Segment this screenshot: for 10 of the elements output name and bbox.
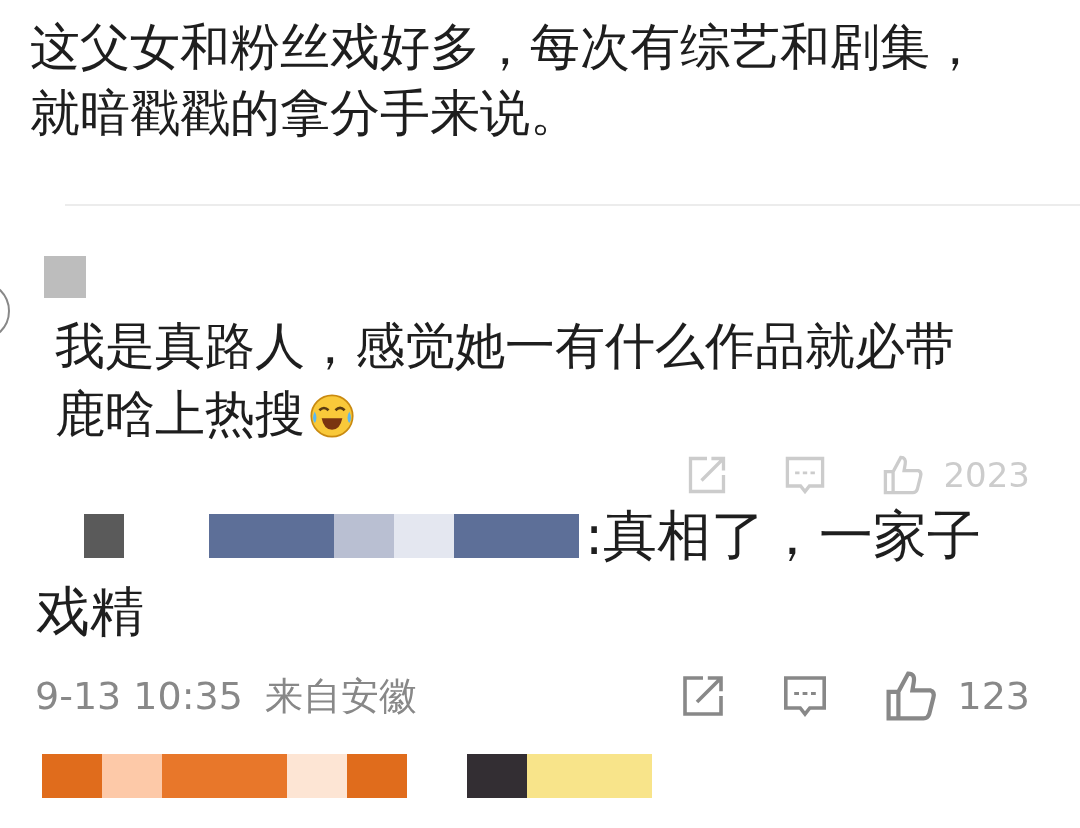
reply-time: 9-13 10:35	[35, 674, 243, 718]
reply-text: :真相了，一家子	[585, 503, 982, 569]
reply-text: 戏精	[36, 580, 144, 643]
post-text: 这父女和粉丝戏好多，每次有综艺和剧集，就暗戳戳的拿分手来说。	[29, 17, 981, 144]
comment-text: 我是真路人，感觉她一有什么作品就必带	[55, 317, 955, 375]
like-count: 123	[957, 674, 1030, 718]
laughing-emoji-icon	[309, 393, 355, 439]
redacted-username	[44, 256, 86, 298]
reply-location: 来自安徽	[264, 672, 417, 720]
comment-text: 鹿晗上热搜	[55, 385, 305, 443]
